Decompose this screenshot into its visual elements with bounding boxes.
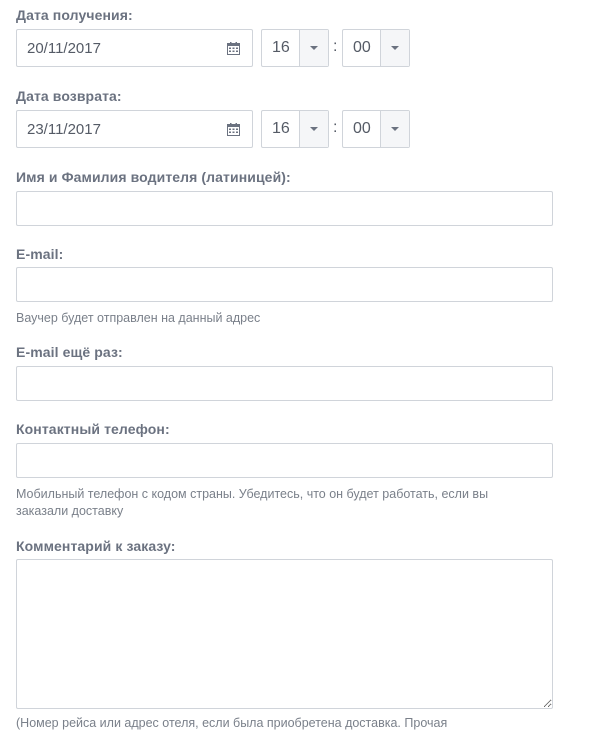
phone-label: Контактный телефон: xyxy=(16,421,170,437)
return-minute-dropdown-button[interactable] xyxy=(380,111,409,147)
chevron-down-icon xyxy=(310,127,318,131)
return-minute-select[interactable]: 00 xyxy=(342,110,410,148)
calendar-icon[interactable] xyxy=(225,121,241,137)
chevron-down-icon xyxy=(391,127,399,131)
comment-label: Комментарий к заказу: xyxy=(16,538,176,554)
driver-name-label: Имя и Фамилия водителя (латиницей): xyxy=(16,169,291,185)
return-date-label: Дата возврата: xyxy=(16,88,122,104)
pickup-date-value: 20/11/2017 xyxy=(27,39,101,57)
email-input[interactable] xyxy=(16,267,553,302)
pickup-minute-dropdown-button[interactable] xyxy=(380,30,409,66)
chevron-down-icon xyxy=(310,46,318,50)
email-label: E-mail: xyxy=(16,246,64,262)
pickup-time-separator: : xyxy=(333,38,338,55)
return-hour-dropdown-button[interactable] xyxy=(299,111,328,147)
chevron-down-icon xyxy=(391,46,399,50)
comment-textarea[interactable] xyxy=(16,559,553,709)
driver-name-input[interactable] xyxy=(16,191,553,226)
pickup-date-label: Дата получения: xyxy=(16,7,133,23)
return-date-input[interactable]: 23/11/2017 xyxy=(16,110,253,148)
return-hour-select[interactable]: 16 xyxy=(261,110,329,148)
pickup-minute-select[interactable]: 00 xyxy=(342,29,410,67)
phone-hint: Мобильный телефон с кодом страны. Убедит… xyxy=(16,487,489,518)
comment-hint: (Номер рейса или адрес отеля, если была … xyxy=(16,716,448,730)
email-hint: Ваучер будет отправлен на данный адрес xyxy=(16,311,261,325)
return-time-separator: : xyxy=(333,119,338,136)
return-minute-value: 00 xyxy=(353,120,371,137)
phone-input[interactable] xyxy=(16,443,553,478)
email-confirm-label: E-mail ещё раз: xyxy=(16,344,123,360)
pickup-hour-dropdown-button[interactable] xyxy=(299,30,328,66)
pickup-hour-select[interactable]: 16 xyxy=(261,29,329,67)
pickup-date-input[interactable]: 20/11/2017 xyxy=(16,29,253,67)
calendar-icon[interactable] xyxy=(225,40,241,56)
pickup-hour-value: 16 xyxy=(272,39,290,56)
return-hour-value: 16 xyxy=(272,120,290,137)
email-confirm-input[interactable] xyxy=(16,366,553,401)
pickup-minute-value: 00 xyxy=(353,39,371,56)
return-date-value: 23/11/2017 xyxy=(27,120,101,138)
